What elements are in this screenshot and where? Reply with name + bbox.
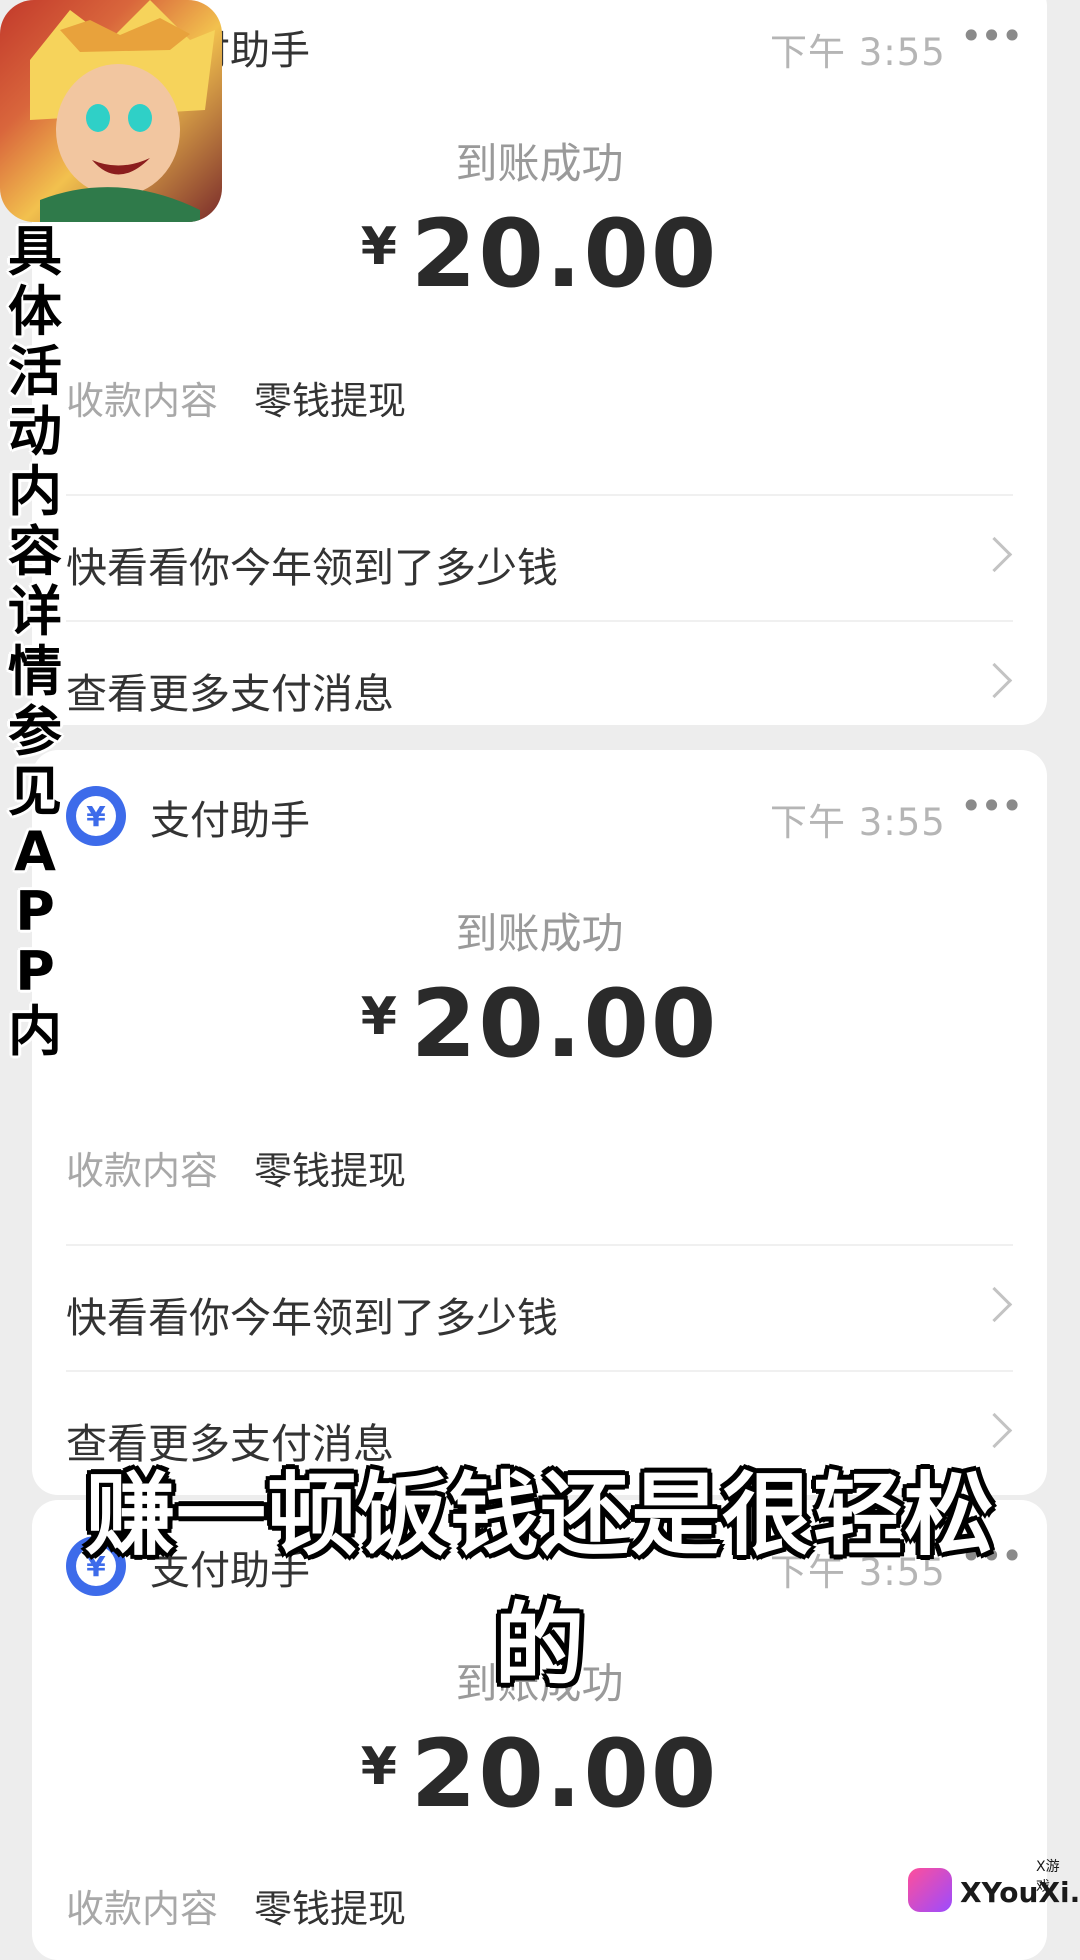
amount-row: ¥20.00	[32, 970, 1047, 1079]
site-watermark: X游戏 XYouXi.net	[908, 1859, 1080, 1914]
game-character-icon	[30, 0, 215, 222]
detail-value: 零钱提现	[254, 1887, 407, 1931]
detail-label: 收款内容	[66, 1149, 219, 1193]
link-label: 快看看你今年领到了多少钱	[66, 1294, 558, 1342]
detail-value: 零钱提现	[254, 1149, 407, 1193]
detail-value: 零钱提现	[254, 379, 407, 423]
annual-summary-link[interactable]: 快看看你今年领到了多少钱	[32, 496, 1047, 620]
annual-summary-link[interactable]: 快看看你今年领到了多少钱	[32, 1246, 1047, 1370]
payment-detail: 收款内容 零钱提现	[66, 1878, 406, 1933]
ellipsis-icon[interactable]: •••	[960, 14, 1023, 58]
payment-amount: 20.00	[410, 1720, 719, 1829]
detail-label: 收款内容	[66, 379, 219, 423]
payment-amount: 20.00	[410, 970, 719, 1079]
ellipsis-icon[interactable]: •••	[960, 784, 1023, 828]
chevron-right-icon	[976, 662, 1013, 699]
payment-detail: 收款内容 零钱提现	[66, 370, 406, 425]
watermark-text: XYouXi.net	[960, 1876, 1080, 1909]
amount-row: ¥20.00	[32, 1720, 1047, 1829]
currency-symbol: ¥	[360, 1737, 397, 1797]
payment-card: ¥ 支付助手 下午 3:55 ••• 到账成功 ¥20.00 收款内容零钱提现 …	[32, 750, 1047, 1495]
vertical-notice-text: 具体活动内容详情参见APP内	[8, 220, 62, 1063]
link-label: 查看更多支付消息	[66, 670, 394, 718]
game-avatar-image	[0, 0, 222, 222]
link-label: 快看看你今年领到了多少钱	[66, 544, 558, 592]
card-header: ¥ 支付助手 下午 3:55 •••	[32, 750, 1047, 870]
chevron-right-icon	[976, 536, 1013, 573]
currency-symbol: ¥	[360, 987, 397, 1047]
payment-amount: 20.00	[410, 200, 719, 309]
gamepad-logo-icon	[908, 1868, 952, 1912]
payment-status: 到账成功	[455, 909, 624, 958]
chevron-right-icon	[976, 1286, 1013, 1323]
message-time: 下午 3:55	[770, 31, 946, 74]
payment-detail: 收款内容 零钱提现	[66, 1140, 406, 1195]
currency-symbol: ¥	[360, 217, 397, 277]
video-subtitle: 赚一顿饭钱还是很轻松的	[85, 1463, 995, 1698]
app-name: 支付助手	[150, 798, 310, 844]
yuan-coin-icon: ¥	[66, 786, 126, 846]
detail-label: 收款内容	[66, 1887, 219, 1931]
more-payment-messages-link[interactable]: 查看更多支付消息	[32, 622, 1047, 725]
message-time: 下午 3:55	[770, 801, 946, 844]
